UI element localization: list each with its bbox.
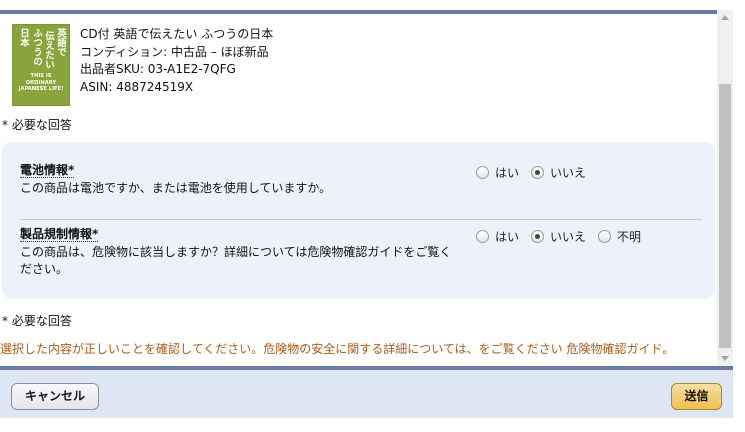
vertical-scrollbar[interactable] (717, 10, 733, 366)
cover-title-col2: 伝えたい (43, 31, 54, 69)
questions-panel: 電池情報* この商品は電池ですか、または電池を使用していますか。 はい いいえ … (2, 142, 715, 299)
regulation-option-no[interactable]: いいえ (531, 228, 586, 245)
battery-question-title-text: 電池情報* (20, 163, 75, 178)
dialog-content: 英語で 伝えたい ふつうの 日本 THIS IS ORDINARY JAPANE… (0, 14, 717, 366)
regulation-option-unknown[interactable]: 不明 (598, 228, 641, 245)
cover-title-col1: 英語で (55, 28, 66, 57)
question-divider (20, 219, 702, 220)
product-info: CD付 英語で伝えたい ふつうの日本 コンディション: 中古品 – ほぼ新品 出… (80, 26, 273, 106)
battery-no-label[interactable]: いいえ (550, 164, 586, 181)
regulation-question-title: 製品規制情報* (20, 226, 460, 244)
battery-yes-label[interactable]: はい (495, 164, 519, 181)
regulation-question-description: この商品は、危険物に該当しますか？詳細については危険物確認ガイドをご覧ください。 (20, 244, 452, 277)
battery-question-description: この商品は電池ですか、または電池を使用していますか。 (20, 180, 332, 195)
required-note-top: * 必要な回答 (2, 118, 72, 132)
dialog-footer: キャンセル 送信 (0, 366, 733, 418)
scroll-up-arrow-icon[interactable] (717, 10, 733, 26)
cancel-button[interactable]: キャンセル (11, 383, 99, 410)
battery-option-yes[interactable]: はい (476, 164, 519, 181)
cover-english-title: THIS IS ORDINARY JAPANESE LIFE! (13, 73, 69, 93)
battery-question: 電池情報* この商品は電池ですか、または電池を使用していますか。 (20, 162, 460, 197)
product-summary: 英語で 伝えたい ふつうの 日本 THIS IS ORDINARY JAPANE… (12, 24, 273, 106)
regulation-options: はい いいえ 不明 (476, 228, 653, 245)
cover-english-line3: JAPANESE LIFE! (18, 86, 64, 92)
submit-button[interactable]: 送信 (671, 383, 722, 410)
battery-no-radio[interactable] (531, 166, 545, 179)
product-cover-image: 英語で 伝えたい ふつうの 日本 THIS IS ORDINARY JAPANE… (12, 24, 70, 106)
confirmation-note: 選択した内容が正しいことを確認してください。危険物の安全に関する詳細については、… (0, 342, 675, 356)
product-condition: コンディション: 中古品 – ほぼ新品 (80, 44, 269, 59)
product-title: CD付 英語で伝えたい ふつうの日本 (80, 27, 274, 41)
regulation-unknown-label[interactable]: 不明 (617, 228, 641, 245)
battery-question-title: 電池情報* (20, 162, 460, 180)
scroll-down-arrow-icon[interactable] (717, 350, 733, 366)
regulation-no-label[interactable]: いいえ (550, 228, 586, 245)
battery-yes-radio[interactable] (476, 166, 489, 179)
battery-options: はい いいえ (476, 164, 598, 181)
regulation-question-title-text: 製品規制情報* (20, 227, 99, 242)
cover-title-col4: 日本 (18, 28, 29, 47)
product-asin: ASIN: 488724519X (80, 79, 194, 94)
regulation-yes-radio[interactable] (476, 230, 489, 243)
regulation-question: 製品規制情報* この商品は、危険物に該当しますか？詳細については危険物確認ガイド… (20, 226, 460, 279)
regulation-yes-label[interactable]: はい (495, 228, 519, 245)
regulation-option-yes[interactable]: はい (476, 228, 519, 245)
required-note-bottom: * 必要な回答 (2, 314, 72, 328)
product-sku: 出品者SKU: 03-A1E2-7QFG (80, 62, 236, 76)
regulation-no-radio[interactable] (531, 230, 545, 243)
regulation-unknown-radio[interactable] (598, 230, 612, 243)
scrollbar-thumb[interactable] (719, 84, 731, 348)
battery-option-no[interactable]: いいえ (531, 164, 586, 181)
cover-title-col3: ふつうの (31, 28, 42, 66)
